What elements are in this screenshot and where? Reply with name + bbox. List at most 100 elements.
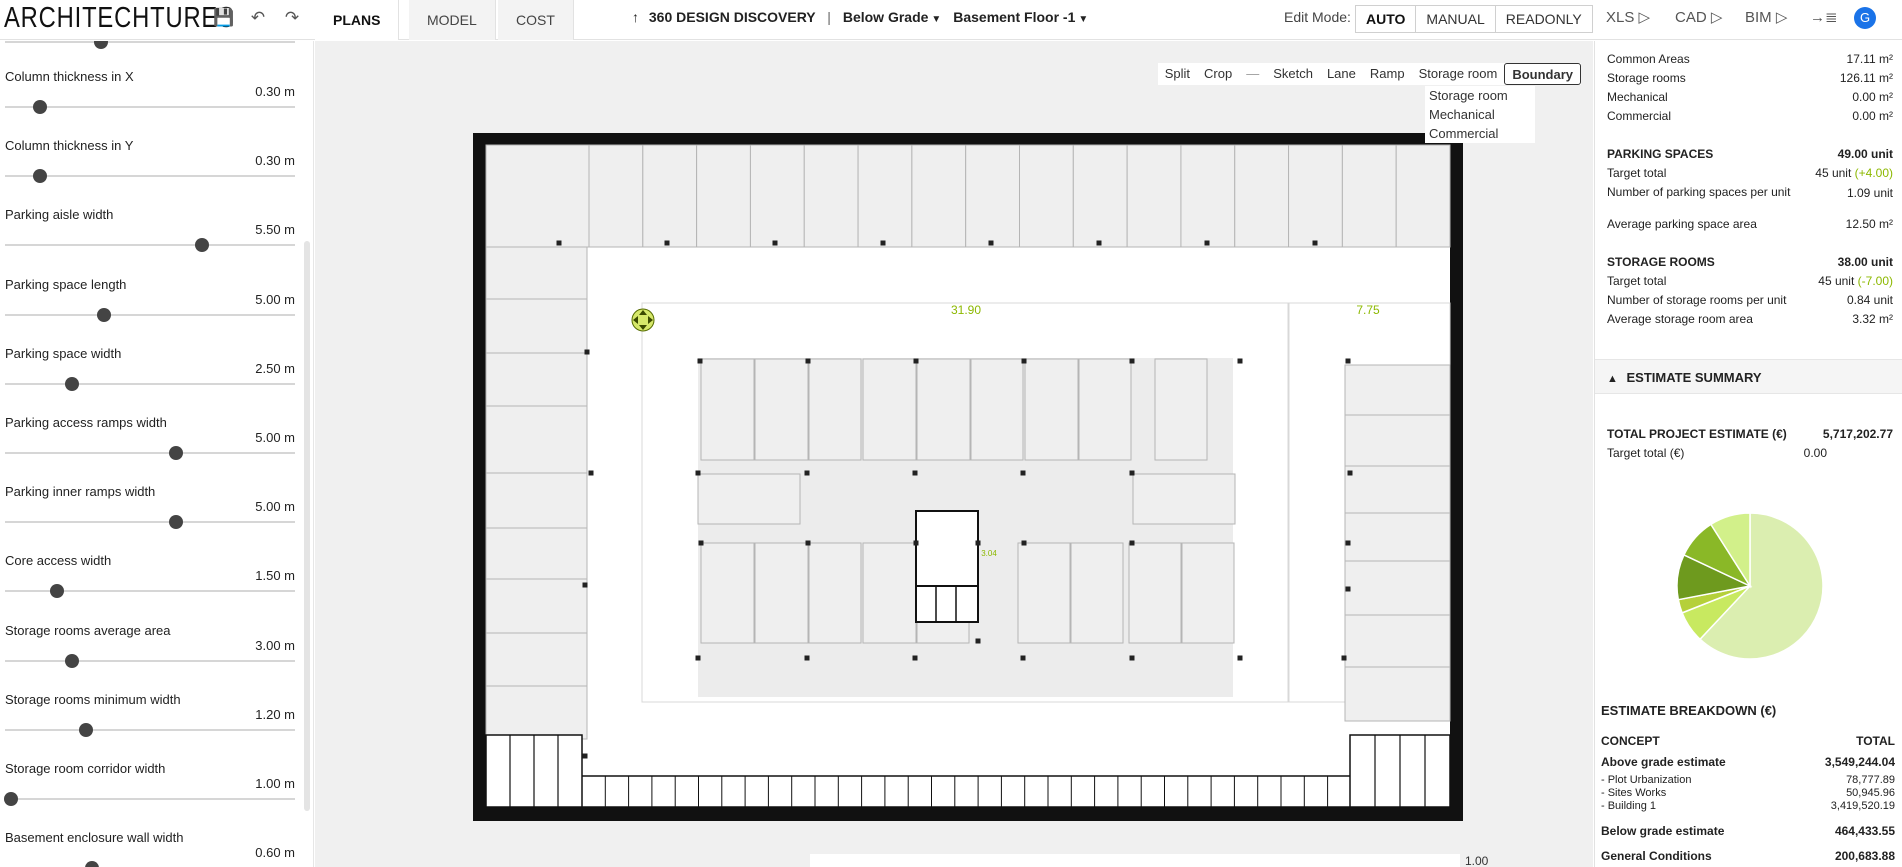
floor-plan-drawing[interactable]: 31.90 7.75 3.04 [315, 41, 1593, 867]
slider-knob[interactable] [96, 307, 111, 322]
slider-knob[interactable] [79, 722, 94, 737]
slider-track[interactable] [5, 452, 295, 454]
slider-track[interactable] [5, 590, 295, 593]
parking-space [700, 542, 755, 644]
save-icon[interactable]: 💾 [212, 6, 236, 30]
avatar[interactable]: G [1854, 7, 1876, 29]
tool-lane[interactable]: Lane [1320, 63, 1363, 85]
tool-crop[interactable]: Crop [1197, 63, 1239, 85]
parking-space [696, 144, 751, 248]
parking-space [485, 352, 588, 407]
control-point [805, 540, 811, 546]
project-name: 360 DESIGN DISCOVERY [648, 9, 816, 25]
storage-strip [485, 775, 1451, 808]
slider-knob[interactable] [169, 515, 184, 530]
param-value: 2.50 m [255, 360, 295, 376]
tool-separator: — [1246, 66, 1260, 81]
dropdown-option[interactable]: Mechanical [1425, 105, 1535, 124]
param-label: Parking space width [5, 345, 122, 361]
floor-select[interactable]: Basement Floor -1 ▼ [953, 9, 1088, 25]
tool-split[interactable]: Split [1158, 63, 1197, 85]
parking-space [1126, 144, 1182, 248]
collapse-panel-icon[interactable]: →≣ [1810, 8, 1838, 26]
param-row: Storage rooms minimum width 1.20 m [5, 692, 295, 761]
slider-knob[interactable] [85, 861, 99, 867]
slider-knob[interactable] [195, 238, 210, 253]
tool-ramp[interactable]: Ramp [1363, 63, 1412, 85]
slider-track[interactable] [5, 244, 295, 247]
param-value: 1.50 m [255, 568, 295, 584]
control-point [1345, 586, 1351, 592]
row-label: CONCEPT [1601, 734, 1660, 748]
slider-knob[interactable] [169, 446, 184, 460]
tool-boundary[interactable]: Boundary [1504, 63, 1581, 85]
row-label: STORAGE ROOMS [1607, 255, 1715, 269]
tab-model[interactable]: MODEL [409, 0, 496, 40]
slider-track[interactable] [5, 382, 295, 385]
target-estimate-value: 0.00 [1803, 446, 1827, 460]
parking-space [1344, 465, 1451, 514]
parking-space [1128, 542, 1182, 644]
estimate-summary-header[interactable]: ▲ ESTIMATE SUMMARY [1595, 359, 1902, 394]
slider-track[interactable] [5, 728, 295, 731]
slider-knob[interactable] [50, 584, 65, 599]
slider-knob[interactable] [32, 100, 47, 114]
tool-storage-room[interactable]: Storage room [1412, 63, 1505, 85]
parking-space [862, 542, 917, 644]
dropdown-option[interactable]: Storage room [1425, 86, 1535, 105]
tool-sketch[interactable]: Sketch [1266, 63, 1320, 85]
parking-space [862, 358, 917, 461]
slider-track[interactable] [5, 175, 295, 178]
slider-knob[interactable] [64, 376, 79, 391]
tab-plans[interactable]: PLANS [315, 0, 400, 40]
control-point [1021, 540, 1027, 546]
parking-space [1181, 542, 1235, 644]
undo-icon[interactable]: ↶ [246, 6, 270, 30]
row-value: 0.00 m² [1852, 109, 1893, 123]
breadcrumb-separator: | [827, 9, 831, 25]
level-select[interactable]: Below Grade ▼ [843, 9, 942, 25]
slider-track[interactable] [5, 798, 295, 800]
control-point [975, 638, 981, 644]
param-row: Storage rooms average area 3.00 m [5, 623, 295, 692]
control-point [697, 358, 703, 364]
row-label: - Building 1 [1601, 800, 1657, 812]
summary-row: PARKING SPACES 49.00 unit [1607, 147, 1893, 165]
slider-knob[interactable] [3, 792, 18, 806]
corner-space [485, 144, 590, 248]
slider-track[interactable] [5, 313, 295, 316]
slider-knob[interactable] [94, 41, 108, 49]
slider-track[interactable] [5, 659, 295, 662]
param-label: Column thickness in Y [5, 138, 134, 154]
export-bim-button[interactable]: BIM ▷ [1745, 8, 1787, 26]
control-point [1341, 655, 1347, 661]
total-estimate-row: TOTAL PROJECT ESTIMATE (€) 5,717,202.77 [1607, 427, 1893, 445]
mode-readonly[interactable]: READONLY [1496, 6, 1592, 32]
export-xls-button[interactable]: XLS ▷ [1606, 8, 1650, 26]
export-cad-button[interactable]: CAD ▷ [1675, 8, 1722, 26]
total-estimate-label: TOTAL PROJECT ESTIMATE (€) [1607, 427, 1787, 441]
project-breadcrumb: ↑ 360 DESIGN DISCOVERY | Below Grade ▼ Ba… [632, 9, 1088, 25]
breakdown-row: Below grade estimate 464,433.55 [1601, 824, 1895, 842]
tab-cost[interactable]: COST [498, 0, 574, 40]
slider-track[interactable] [5, 106, 295, 108]
param-row: Parking space length 5.00 m [5, 277, 295, 346]
slider-knob[interactable] [32, 169, 47, 184]
mode-manual[interactable]: MANUAL [1416, 6, 1496, 32]
parking-space [1132, 473, 1236, 525]
slider-track[interactable] [5, 521, 295, 524]
dropdown-option[interactable]: Commercial [1425, 124, 1535, 143]
param-value: 0.60 m [255, 845, 295, 861]
param-value: 5.00 m [255, 430, 295, 445]
mode-auto[interactable]: AUTO [1356, 6, 1417, 32]
sidebar-scrollbar[interactable] [304, 241, 310, 811]
plan-canvas[interactable]: 31.90 7.75 3.04 Split Crop — Sketch Lane Ramp St… [315, 41, 1593, 867]
control-point [1021, 358, 1027, 364]
control-point [1345, 358, 1351, 364]
param-row: Parking access ramps width 5.00 m [5, 415, 295, 484]
control-point [588, 470, 594, 476]
redo-icon[interactable]: ↷ [280, 6, 304, 30]
breakdown-row: - Plot Urbanization 78,777.89 [1601, 774, 1895, 787]
slider-knob[interactable] [64, 653, 79, 668]
up-arrow-icon[interactable]: ↑ [632, 9, 639, 25]
